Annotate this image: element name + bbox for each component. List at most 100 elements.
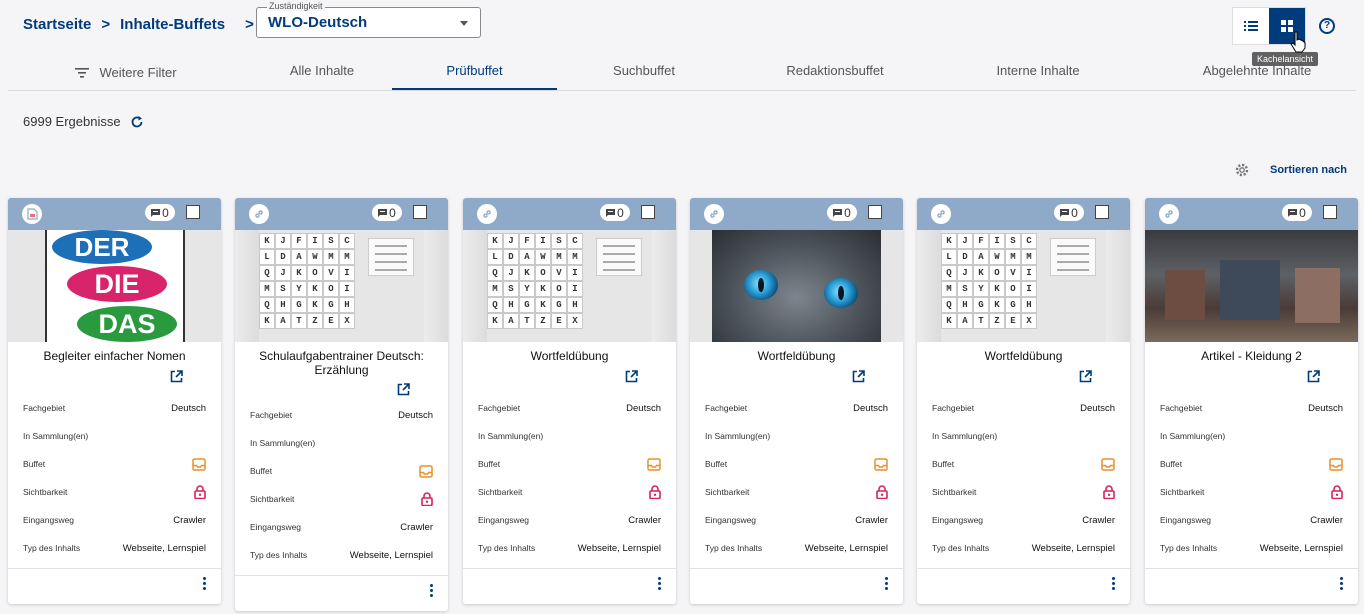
lock-icon[interactable] xyxy=(1331,485,1343,499)
lock-icon[interactable] xyxy=(194,485,206,499)
card-select-checkbox[interactable] xyxy=(186,205,200,219)
refresh-icon[interactable] xyxy=(130,115,144,129)
list-view-button[interactable] xyxy=(1233,8,1269,44)
card-thumbnail[interactable] xyxy=(690,230,903,342)
meta-typ: Typ des Inhalts Webseite, Lernspiel xyxy=(932,542,1115,554)
grid-letter: M xyxy=(1021,249,1037,265)
card-title[interactable]: Wortfeldübung xyxy=(917,342,1130,363)
open-external-icon[interactable] xyxy=(852,370,865,383)
card-meta: Fachgebiet Deutsch In Sammlung(en) Buffet Si… xyxy=(478,394,661,562)
tab-suchbuffet[interactable]: Suchbuffet xyxy=(564,56,724,90)
grid-letter: Z xyxy=(307,313,323,329)
meta-typ: Typ des Inhalts Webseite, Lernspiel xyxy=(250,549,433,561)
meta-sammlung: In Sammlung(en) xyxy=(23,431,89,441)
content-card[interactable]: 0 K J F I S C L D A W M M Q J K O V I M S Y K O I Q H G K G H K A T Z E X Sch… xyxy=(235,198,448,611)
card-meta: Fachgebiet Deutsch In Sammlung(en) Buffet Si… xyxy=(23,394,206,562)
zustaendigkeit-select[interactable]: Zuständigkeit WLO-Deutsch xyxy=(256,1,481,38)
link-icon xyxy=(483,210,491,218)
card-title[interactable]: Wortfeldübung xyxy=(690,342,903,363)
grid-letter: S xyxy=(323,233,339,249)
card-thumbnail[interactable]: KJFISCLDAWMMQJKOVIMSYKOIQHGKGHKATZEX xyxy=(235,230,448,342)
card-thumbnail[interactable] xyxy=(1145,230,1358,342)
tab-redaktionsbuffet[interactable]: Redaktionsbuffet xyxy=(740,56,930,90)
grid-letter: T xyxy=(519,313,535,329)
more-options-icon[interactable] xyxy=(885,577,889,592)
inbox-icon[interactable] xyxy=(1329,457,1343,471)
grid-letter: V xyxy=(1005,265,1021,281)
breadcrumb-home[interactable]: Startseite xyxy=(23,16,91,33)
inbox-icon[interactable] xyxy=(192,457,206,471)
card-header: 0 xyxy=(235,198,448,230)
open-external-icon[interactable] xyxy=(170,370,183,383)
breadcrumb-current[interactable]: Inhalte-Buffets xyxy=(120,16,225,33)
card-select-checkbox[interactable] xyxy=(641,205,655,219)
card-title[interactable]: Artikel - Kleidung 2 xyxy=(1145,342,1358,363)
open-external-icon[interactable] xyxy=(397,383,410,396)
tab-pruefbuffet[interactable]: Prüfbuffet xyxy=(392,56,557,90)
inbox-icon[interactable] xyxy=(647,457,661,471)
open-external-icon[interactable] xyxy=(1307,370,1320,383)
comment-count-badge[interactable]: 0 xyxy=(372,204,402,221)
grid-letter: H xyxy=(275,297,291,313)
content-card[interactable]: 0 DER DIE DAS Begleiter einfacher Nomen Fachg… xyxy=(8,198,221,604)
card-thumbnail[interactable]: DER DIE DAS xyxy=(8,230,221,342)
comment-count-badge[interactable]: 0 xyxy=(145,204,175,221)
meta-eingangsweg: Eingangsweg Crawler xyxy=(932,514,1115,526)
grid-letter: K xyxy=(307,281,323,297)
tab-weitere-filter[interactable]: Weitere Filter xyxy=(36,56,216,90)
content-type-badge xyxy=(477,204,497,224)
content-card[interactable]: 0 K J F I S C L D A W M M Q J K O V I M S Y K O I Q H G K G H K A T Z E X Wor… xyxy=(917,198,1130,604)
word-grid-image: KJFISCLDAWMMQJKOVIMSYKOIQHGKGHKATZEX xyxy=(259,233,355,329)
tab-interne-inhalte[interactable]: Interne Inhalte xyxy=(948,56,1128,90)
card-select-checkbox[interactable] xyxy=(1323,205,1337,219)
card-thumbnail[interactable]: KJFISCLDAWMMQJKOVIMSYKOIQHGKGHKATZEX xyxy=(463,230,676,342)
grid-letter: M xyxy=(551,249,567,265)
comment-count-badge[interactable]: 0 xyxy=(1282,204,1312,221)
typ-value: Webseite, Lernspiel xyxy=(804,542,888,554)
grid-letter: F xyxy=(519,233,535,249)
more-options-icon[interactable] xyxy=(430,584,434,599)
more-options-icon[interactable] xyxy=(1340,577,1344,592)
card-meta: Fachgebiet Deutsch In Sammlung(en) Buffet Si… xyxy=(932,394,1115,562)
tab-abgelehnte-inhalte[interactable]: Abgelehnte Inhalte xyxy=(1158,56,1356,90)
tab-alle-inhalte[interactable]: Alle Inhalte xyxy=(227,56,417,90)
grid-letter: S xyxy=(1005,233,1021,249)
cat-eye xyxy=(824,278,858,308)
inbox-icon[interactable] xyxy=(419,464,433,478)
more-options-icon[interactable] xyxy=(203,577,207,592)
open-external-icon[interactable] xyxy=(1079,370,1092,383)
more-options-icon[interactable] xyxy=(658,577,662,592)
meta-buffet: Buffet xyxy=(932,450,1115,478)
comment-count-badge[interactable]: 0 xyxy=(1054,204,1084,221)
card-select-checkbox[interactable] xyxy=(413,205,427,219)
card-select-checkbox[interactable] xyxy=(868,205,882,219)
grid-letter: K xyxy=(535,281,551,297)
grid-letter: K xyxy=(535,297,551,313)
help-icon[interactable]: ? xyxy=(1319,18,1335,34)
grid-letter: D xyxy=(503,249,519,265)
card-select-checkbox[interactable] xyxy=(1095,205,1109,219)
card-title[interactable]: Begleiter einfacher Nomen xyxy=(8,342,221,363)
content-card[interactable]: 0 Artikel - Kleidung 2 Fachgebiet Deutsch In… xyxy=(1145,198,1358,604)
lock-icon[interactable] xyxy=(1103,485,1115,499)
card-thumbnail[interactable]: KJFISCLDAWMMQJKOVIMSYKOIQHGKGHKATZEX xyxy=(917,230,1130,342)
open-external-icon[interactable] xyxy=(625,370,638,383)
grid-letter: Q xyxy=(487,265,503,281)
inbox-icon[interactable] xyxy=(874,457,888,471)
more-options-icon[interactable] xyxy=(1112,577,1116,592)
content-card[interactable]: 0 K J F I S C L D A W M M Q J K O V I M S Y K O I Q H G K G H K A T Z E X Wor… xyxy=(463,198,676,604)
inbox-icon[interactable] xyxy=(1101,457,1115,471)
sort-button[interactable]: Sortieren nach xyxy=(1270,164,1347,176)
eingangsweg-value: Crawler xyxy=(855,514,888,526)
comment-count-badge[interactable]: 0 xyxy=(827,204,857,221)
content-card[interactable]: 0 Wortfeldübung Fachgebiet Deutsch In Sammlu… xyxy=(690,198,903,604)
lock-icon[interactable] xyxy=(876,485,888,499)
lock-icon[interactable] xyxy=(649,485,661,499)
card-title[interactable]: Schulaufgabentrainer Deutsch: Erzählung xyxy=(235,342,448,377)
card-title[interactable]: Wortfeldübung xyxy=(463,342,676,363)
gear-icon[interactable] xyxy=(1234,162,1250,178)
lock-icon[interactable] xyxy=(421,492,433,506)
grid-letter: E xyxy=(323,313,339,329)
comment-count-badge[interactable]: 0 xyxy=(600,204,630,221)
card-footer xyxy=(917,568,1130,601)
